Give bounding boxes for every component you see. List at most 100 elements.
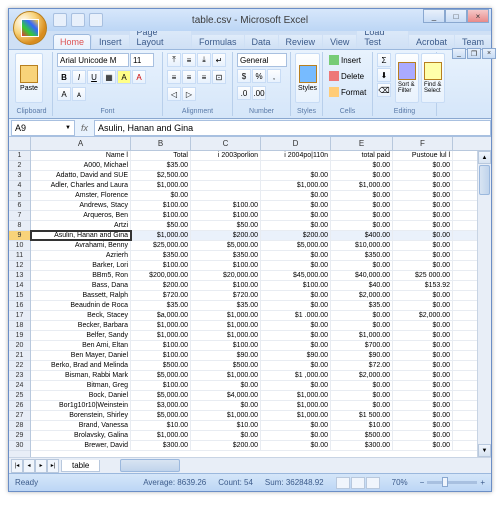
find-select-button[interactable]: Find & Select [421,53,445,103]
cell[interactable]: $5,000.00 [131,411,191,420]
row-header[interactable]: 22 [9,361,30,371]
autosum-button[interactable]: Σ [377,53,391,67]
cell[interactable]: $35.00 [331,301,393,310]
cell[interactable]: $0.00 [393,431,453,440]
cell[interactable]: $0.00 [331,261,393,270]
cell[interactable]: $5,000.00 [131,371,191,380]
cell[interactable]: $35.00 [131,161,191,170]
sort-filter-button[interactable]: Sort & Filter [395,53,419,103]
cell[interactable]: Bitman, Greg [31,381,131,390]
cell[interactable]: $0.00 [331,221,393,230]
row-header[interactable]: 20 [9,341,30,351]
row-header[interactable]: 8 [9,221,30,231]
cell[interactable]: Belfer, Sandy [31,331,131,340]
doc-minimize-button[interactable]: _ [452,48,466,59]
cell[interactable]: $100.00 [191,211,261,220]
cell[interactable]: $0.00 [393,321,453,330]
cell[interactable]: $0.00 [331,191,393,200]
row-header[interactable]: 30 [9,441,30,451]
cell[interactable]: $0.00 [261,341,331,350]
zoom-thumb[interactable] [442,477,448,487]
row-header[interactable]: 29 [9,431,30,441]
cell[interactable]: $45,000.00 [261,271,331,280]
cell[interactable]: $0.00 [331,381,393,390]
cell[interactable]: $0.00 [393,411,453,420]
cell[interactable]: $0.00 [261,191,331,200]
cell[interactable]: $1,000.00 [191,311,261,320]
header-cell[interactable]: total paid [331,151,393,160]
cell[interactable]: $10.00 [331,421,393,430]
cell[interactable]: $35.00 [131,301,191,310]
tab-formulas[interactable]: Formulas [192,34,244,49]
cell[interactable]: $153.92 [393,281,453,290]
cell[interactable]: $1 .000.00 [261,311,331,320]
row-header[interactable]: 17 [9,311,30,321]
cell[interactable]: $0.00 [191,431,261,440]
cell[interactable]: $0.00 [393,261,453,270]
tab-home[interactable]: Home [53,34,91,49]
cell[interactable]: $0.00 [261,201,331,210]
wrap-text-button[interactable]: ↵ [212,53,226,67]
cell[interactable]: Beaudnin de Roca [31,301,131,310]
font-color-button[interactable]: A [132,70,146,84]
row-header[interactable]: 11 [9,251,30,261]
cell[interactable]: $0.00 [331,171,393,180]
cell[interactable]: $0.00 [261,251,331,260]
cell[interactable]: $720.00 [131,291,191,300]
cell[interactable]: $720.00 [191,291,261,300]
cell[interactable]: $0.00 [393,401,453,410]
cell[interactable]: $0.00 [191,401,261,410]
styles-button[interactable]: Styles [295,53,320,103]
cell[interactable]: $0.00 [261,291,331,300]
row-header[interactable]: 1 [9,151,30,161]
cell[interactable]: $100.00 [131,351,191,360]
cell[interactable]: Becker, Barbara [31,321,131,330]
cell[interactable]: $350.00 [191,251,261,260]
cell[interactable]: $0.00 [261,321,331,330]
doc-restore-button[interactable]: ❐ [467,48,481,59]
cell[interactable]: $200.00 [191,231,261,240]
cell[interactable]: $0.00 [393,241,453,250]
italic-button[interactable]: I [72,70,86,84]
cell[interactable]: $1,000.00 [261,181,331,190]
cell[interactable]: $90.00 [331,351,393,360]
cell[interactable]: $1,000.00 [191,331,261,340]
cell[interactable]: $10,000.00 [331,241,393,250]
cell[interactable]: $0.00 [393,251,453,260]
cell[interactable]: $0.00 [393,201,453,210]
cell[interactable]: $5,000.00 [191,241,261,250]
cell[interactable]: $0.00 [331,401,393,410]
cell[interactable]: Arqueros, Ben [31,211,131,220]
align-right-button[interactable]: ≡ [197,70,211,84]
cell[interactable]: $0.00 [393,171,453,180]
row-header[interactable]: 10 [9,241,30,251]
cell[interactable]: $700.00 [331,341,393,350]
cell[interactable]: Bassett, Ralph [31,291,131,300]
vscroll-thumb[interactable] [479,165,490,195]
align-center-button[interactable]: ≡ [182,70,196,84]
page-layout-view-button[interactable] [351,477,365,489]
formula-input[interactable]: Asulin, Hanan and Gina [94,120,491,136]
cell[interactable]: $0.00 [261,211,331,220]
cell[interactable]: $200.00 [261,231,331,240]
align-middle-button[interactable]: ≡ [182,53,196,67]
cell[interactable]: Barker, Lori [31,261,131,270]
cell[interactable]: Bock, Daniel [31,391,131,400]
row-header[interactable]: 15 [9,291,30,301]
cell[interactable]: $1,000.00 [191,321,261,330]
cell[interactable]: $100.00 [191,261,261,270]
header-cell[interactable]: i 2004po|110n [261,151,331,160]
cell[interactable]: $100.00 [261,281,331,290]
name-box[interactable]: A9▼ [11,120,75,136]
cell[interactable]: $100.00 [191,201,261,210]
cell[interactable]: $1,000.00 [261,401,331,410]
column-header[interactable]: F [393,137,453,150]
zoom-in-button[interactable]: + [480,478,485,487]
cell[interactable]: $500.00 [331,431,393,440]
cell[interactable]: $0.00 [261,221,331,230]
cell[interactable]: $0.00 [261,301,331,310]
cell[interactable]: $0.00 [331,321,393,330]
row-header[interactable]: 27 [9,411,30,421]
cell[interactable]: $0.00 [331,161,393,170]
zoom-level[interactable]: 70% [392,478,408,487]
